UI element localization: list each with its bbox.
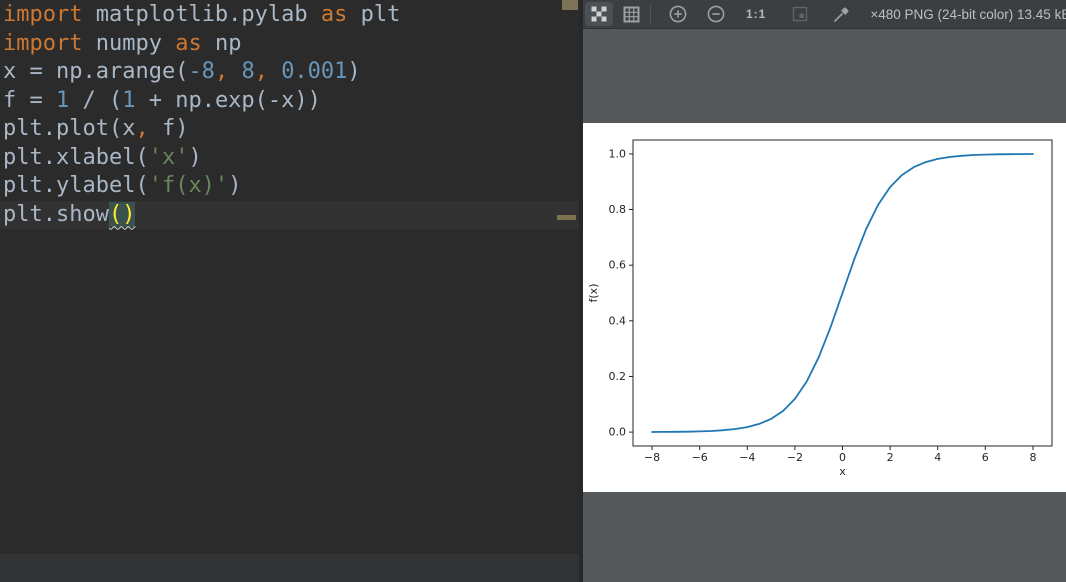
plot-image[interactable]: −8 −6 −4 −2 0 2 4 6 8 0.0 0.2 0.4 0.6 0.8 1.0 x f(x) <box>583 123 1066 492</box>
grid-icon <box>623 6 639 22</box>
code-line[interactable]: x = np.arange(-8, 8, 0.001) <box>0 58 579 87</box>
svg-text:0: 0 <box>839 451 846 464</box>
code-token: , <box>254 59 282 84</box>
zoom-in-icon <box>669 5 687 23</box>
transparency-checkerboard-button[interactable] <box>585 2 613 26</box>
code-token: 8 <box>241 59 255 84</box>
code-token: , <box>214 59 242 84</box>
svg-text:−8: −8 <box>644 451 660 464</box>
code-line[interactable]: import numpy as np <box>0 30 579 59</box>
code-token: plt.ylabel( <box>3 173 149 198</box>
code-token: x = np.arange( <box>3 59 189 84</box>
code-token: ) <box>347 59 361 84</box>
svg-text:6: 6 <box>982 451 989 464</box>
actual-size-button[interactable]: 1:1 <box>746 7 766 21</box>
code-line[interactable]: plt.ylabel('f(x)') <box>0 172 579 201</box>
code-line[interactable]: f = 1 / (1 + np.exp(-x)) <box>0 87 579 116</box>
code-token: 1 <box>122 87 136 113</box>
code-token: as <box>175 30 202 56</box>
code-token: numpy <box>82 30 176 56</box>
code-token: ) <box>188 144 202 170</box>
pycharm-window: import matplotlib.pylab as plt import num… <box>0 0 1066 582</box>
code-token: 'x' <box>148 144 189 170</box>
fit-to-window-icon <box>793 6 808 22</box>
checkerboard-icon <box>591 6 607 22</box>
svg-text:8: 8 <box>1030 451 1037 464</box>
code-token: as <box>320 2 348 27</box>
code-token: () <box>108 201 136 227</box>
code-token: plt.xlabel( <box>3 144 149 170</box>
code-token: 0.001 <box>281 59 348 84</box>
code-token: / ( <box>69 87 123 113</box>
zoom-out-button[interactable] <box>702 2 730 26</box>
svg-text:0.8: 0.8 <box>609 203 627 216</box>
scrollbar-caret-mark[interactable] <box>557 215 576 220</box>
code-token: 'f(x)' <box>148 173 229 198</box>
sigmoid-plot: −8 −6 −4 −2 0 2 4 6 8 0.0 0.2 0.4 0.6 0.8 1.0 x f(x) <box>587 139 1053 478</box>
code-token: matplotlib.pylab <box>82 2 321 27</box>
svg-text:f(x): f(x) <box>587 284 600 303</box>
code-token: plt <box>347 2 401 27</box>
code-token: ) <box>228 173 242 198</box>
zoom-out-icon <box>707 5 725 23</box>
code-editor[interactable]: import matplotlib.pylab as plt import num… <box>0 0 579 582</box>
editor-bottom-strip <box>0 554 579 582</box>
svg-text:0.2: 0.2 <box>609 370 627 383</box>
svg-text:0.6: 0.6 <box>609 259 627 272</box>
svg-text:−6: −6 <box>692 451 708 464</box>
code-area[interactable]: import matplotlib.pylab as plt import num… <box>0 1 579 229</box>
svg-text:−2: −2 <box>787 451 803 464</box>
svg-text:4: 4 <box>934 451 941 464</box>
code-token: import <box>3 2 83 27</box>
svg-text:x: x <box>839 465 846 478</box>
image-preview-panel: 1:1 ×480 PNG (24-bit color) 13.45 kB −8−… <box>583 0 1066 582</box>
eyedropper-icon <box>834 7 849 22</box>
code-token: np <box>201 30 242 56</box>
code-line[interactable]: import matplotlib.pylab as plt <box>0 1 579 30</box>
code-token: + np.exp(-x)) <box>135 87 321 113</box>
code-line[interactable]: plt.plot(x, f) <box>0 115 579 144</box>
zoom-in-button[interactable] <box>664 2 692 26</box>
code-token: 1 <box>55 87 70 113</box>
code-token: f = <box>3 87 56 113</box>
code-token: f) <box>161 116 189 141</box>
svg-text:0.4: 0.4 <box>609 314 627 327</box>
grid-button[interactable] <box>617 2 645 26</box>
code-token: plt.show <box>3 201 109 227</box>
svg-text:1.0: 1.0 <box>609 147 627 160</box>
code-token: import <box>3 30 83 56</box>
svg-text:2: 2 <box>887 451 894 464</box>
toolbar-separator <box>650 5 651 23</box>
image-info-text: ×480 PNG (24-bit color) 13.45 kB <box>870 6 1066 22</box>
code-line[interactable]: plt.show() <box>0 200 579 229</box>
code-line[interactable]: plt.xlabel('x') <box>0 144 579 173</box>
code-token: plt.plot(x <box>3 116 136 141</box>
image-toolbar: 1:1 ×480 PNG (24-bit color) 13.45 kB <box>583 0 1066 29</box>
scrollbar-mark-top[interactable] <box>562 0 578 10</box>
code-token: , <box>135 116 162 141</box>
color-picker-button[interactable] <box>828 2 856 26</box>
svg-text:−4: −4 <box>739 451 755 464</box>
code-token: -8 <box>188 59 215 84</box>
fit-to-window-button[interactable] <box>786 2 814 26</box>
svg-text:0.0: 0.0 <box>609 426 627 439</box>
